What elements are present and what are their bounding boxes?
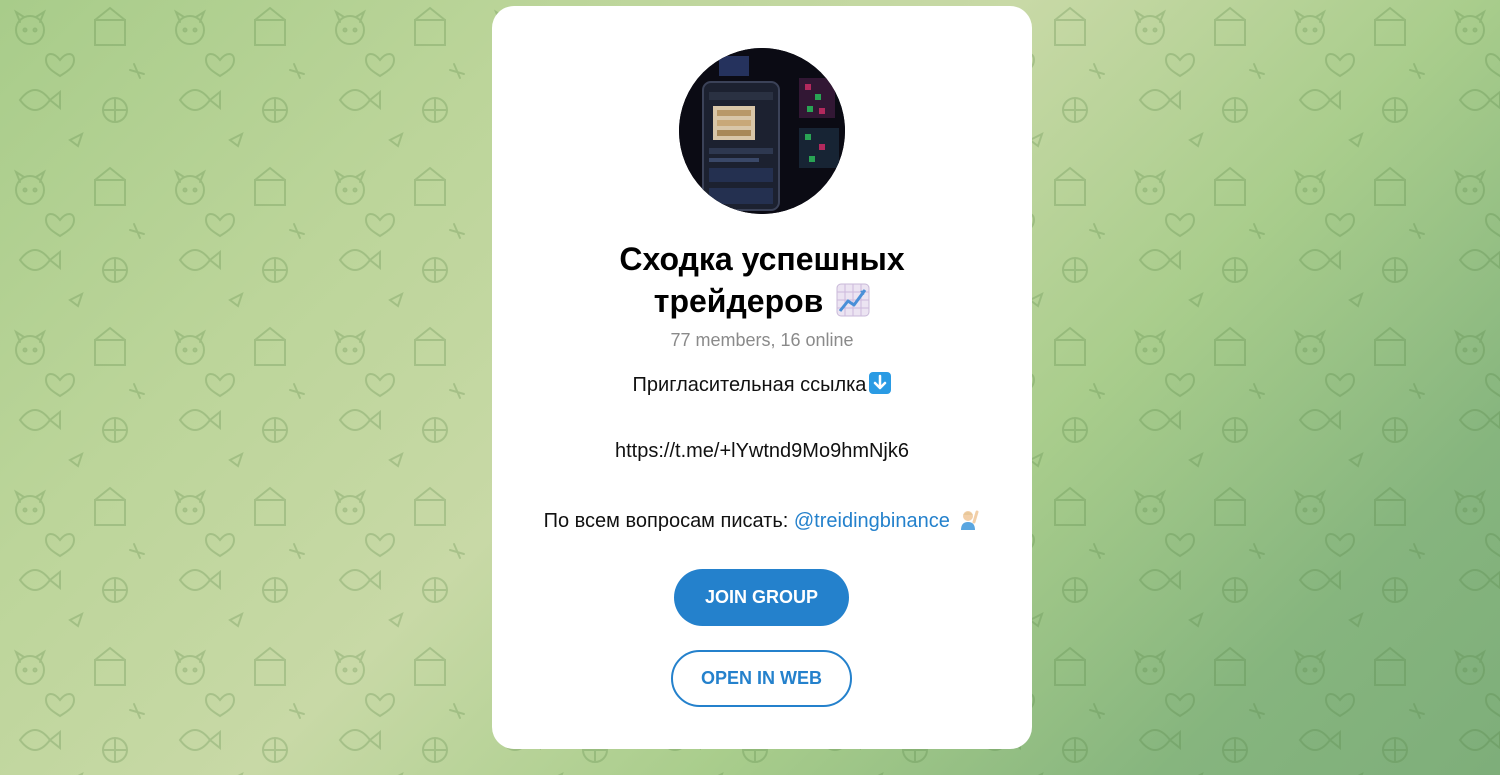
contact-prefix: По всем вопросам писать: (543, 510, 794, 532)
person-raising-hand-icon (961, 510, 979, 530)
down-arrow-icon (869, 372, 892, 394)
description-line-contact: По всем вопросам писать: @treidingbinanc… (492, 508, 1032, 533)
group-title: Сходка успешных трейдеров (492, 238, 1032, 322)
chart-increasing-icon (836, 283, 870, 317)
invite-heading: Пригласительная ссылка (632, 374, 867, 396)
members-count: 77 members, 16 online (670, 330, 854, 350)
group-title-line1: Сходка успешных (619, 241, 905, 277)
open-in-web-button[interactable]: OPEN IN WEB (671, 650, 852, 707)
group-title-line2: трейдеров (653, 283, 824, 319)
description-line-invite: Пригласительная ссылка (492, 372, 1032, 397)
join-group-button[interactable]: JOIN GROUP (674, 569, 849, 626)
group-preview-card: Сходка успешных трейдеров 77 members, 16… (492, 6, 1032, 749)
contact-username-link[interactable]: @treidingbinance (794, 510, 950, 532)
invite-link: https://t.me/+lYwtnd9Mo9hmNjk6 (614, 440, 909, 462)
group-avatar (679, 48, 845, 214)
